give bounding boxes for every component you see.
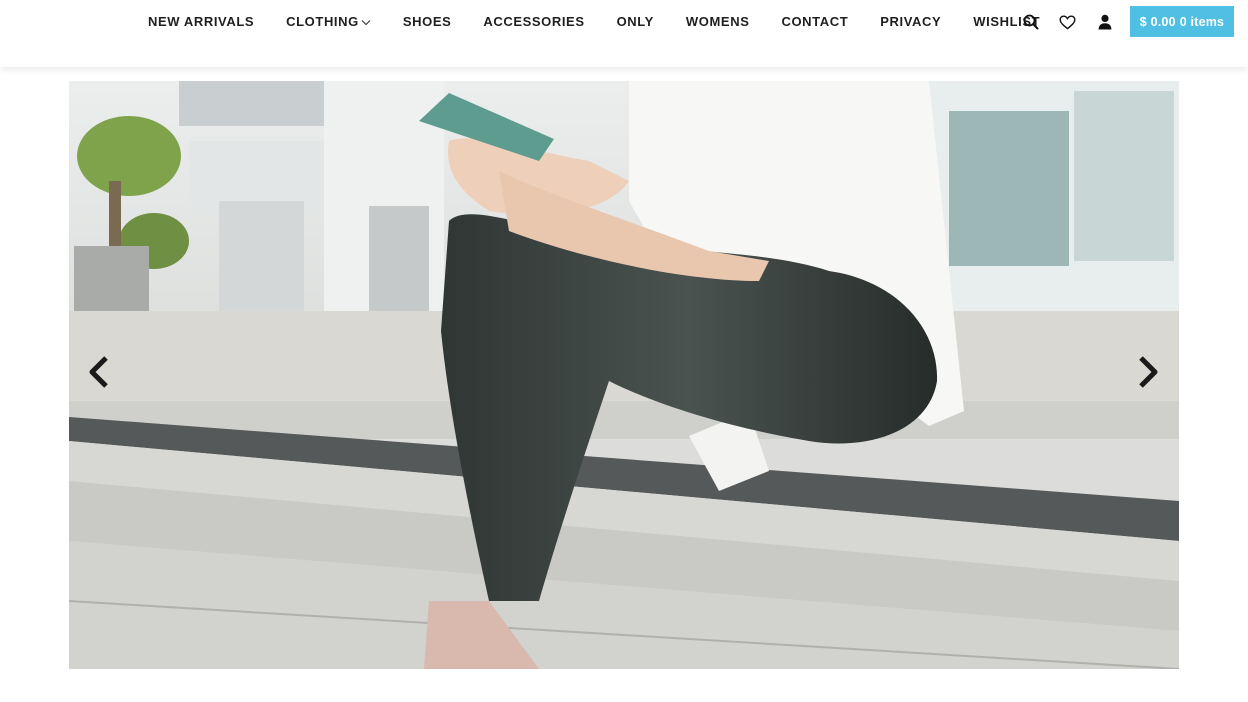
- nav-item-label: ONLY: [616, 13, 654, 29]
- site-header: NEW ARRIVALS CLOTHING SHOES ACCESSORIES …: [0, 0, 1248, 67]
- nav-item-new-arrivals[interactable]: NEW ARRIVALS: [132, 14, 270, 29]
- slide-image: [69, 81, 1179, 669]
- chevron-down-icon: [361, 14, 371, 29]
- nav-item-label: ACCESSORIES: [483, 13, 585, 29]
- nav-item-label: NEW ARRIVALS: [148, 13, 255, 29]
- hero-slider: [69, 81, 1179, 669]
- header-icons: [1012, 6, 1123, 38]
- nav-item-womens[interactable]: WOMENS: [670, 14, 766, 29]
- user-icon[interactable]: [1086, 6, 1123, 38]
- slider-prev-button[interactable]: [79, 352, 119, 396]
- nav-item-only[interactable]: ONLY: [601, 14, 670, 29]
- nav-item-accessories[interactable]: ACCESSORIES: [467, 14, 600, 29]
- nav-item-label: CONTACT: [781, 13, 849, 29]
- search-icon[interactable]: [1012, 6, 1049, 38]
- heart-icon[interactable]: [1049, 6, 1086, 38]
- nav-item-shoes[interactable]: SHOES: [387, 14, 468, 29]
- nav-item-label: SHOES: [402, 13, 452, 29]
- chevron-left-icon: [87, 355, 111, 394]
- nav-item-privacy[interactable]: PRIVACY: [864, 14, 957, 29]
- nav-item-label: PRIVACY: [880, 13, 942, 29]
- cart-count: 0 items: [1179, 14, 1225, 29]
- slider-next-button[interactable]: [1128, 352, 1168, 396]
- main-nav: NEW ARRIVALS CLOTHING SHOES ACCESSORIES …: [132, 0, 1056, 42]
- nav-item-clothing[interactable]: CLOTHING: [270, 13, 387, 29]
- nav-item-contact[interactable]: CONTACT: [765, 14, 864, 29]
- cart-amount: $ 0.00: [1139, 14, 1176, 29]
- nav-item-label: WOMENS: [685, 13, 750, 29]
- nav-item-label: CLOTHING: [286, 13, 359, 29]
- chevron-right-icon: [1136, 355, 1160, 394]
- cart-button[interactable]: $ 0.00 0 items: [1130, 6, 1234, 37]
